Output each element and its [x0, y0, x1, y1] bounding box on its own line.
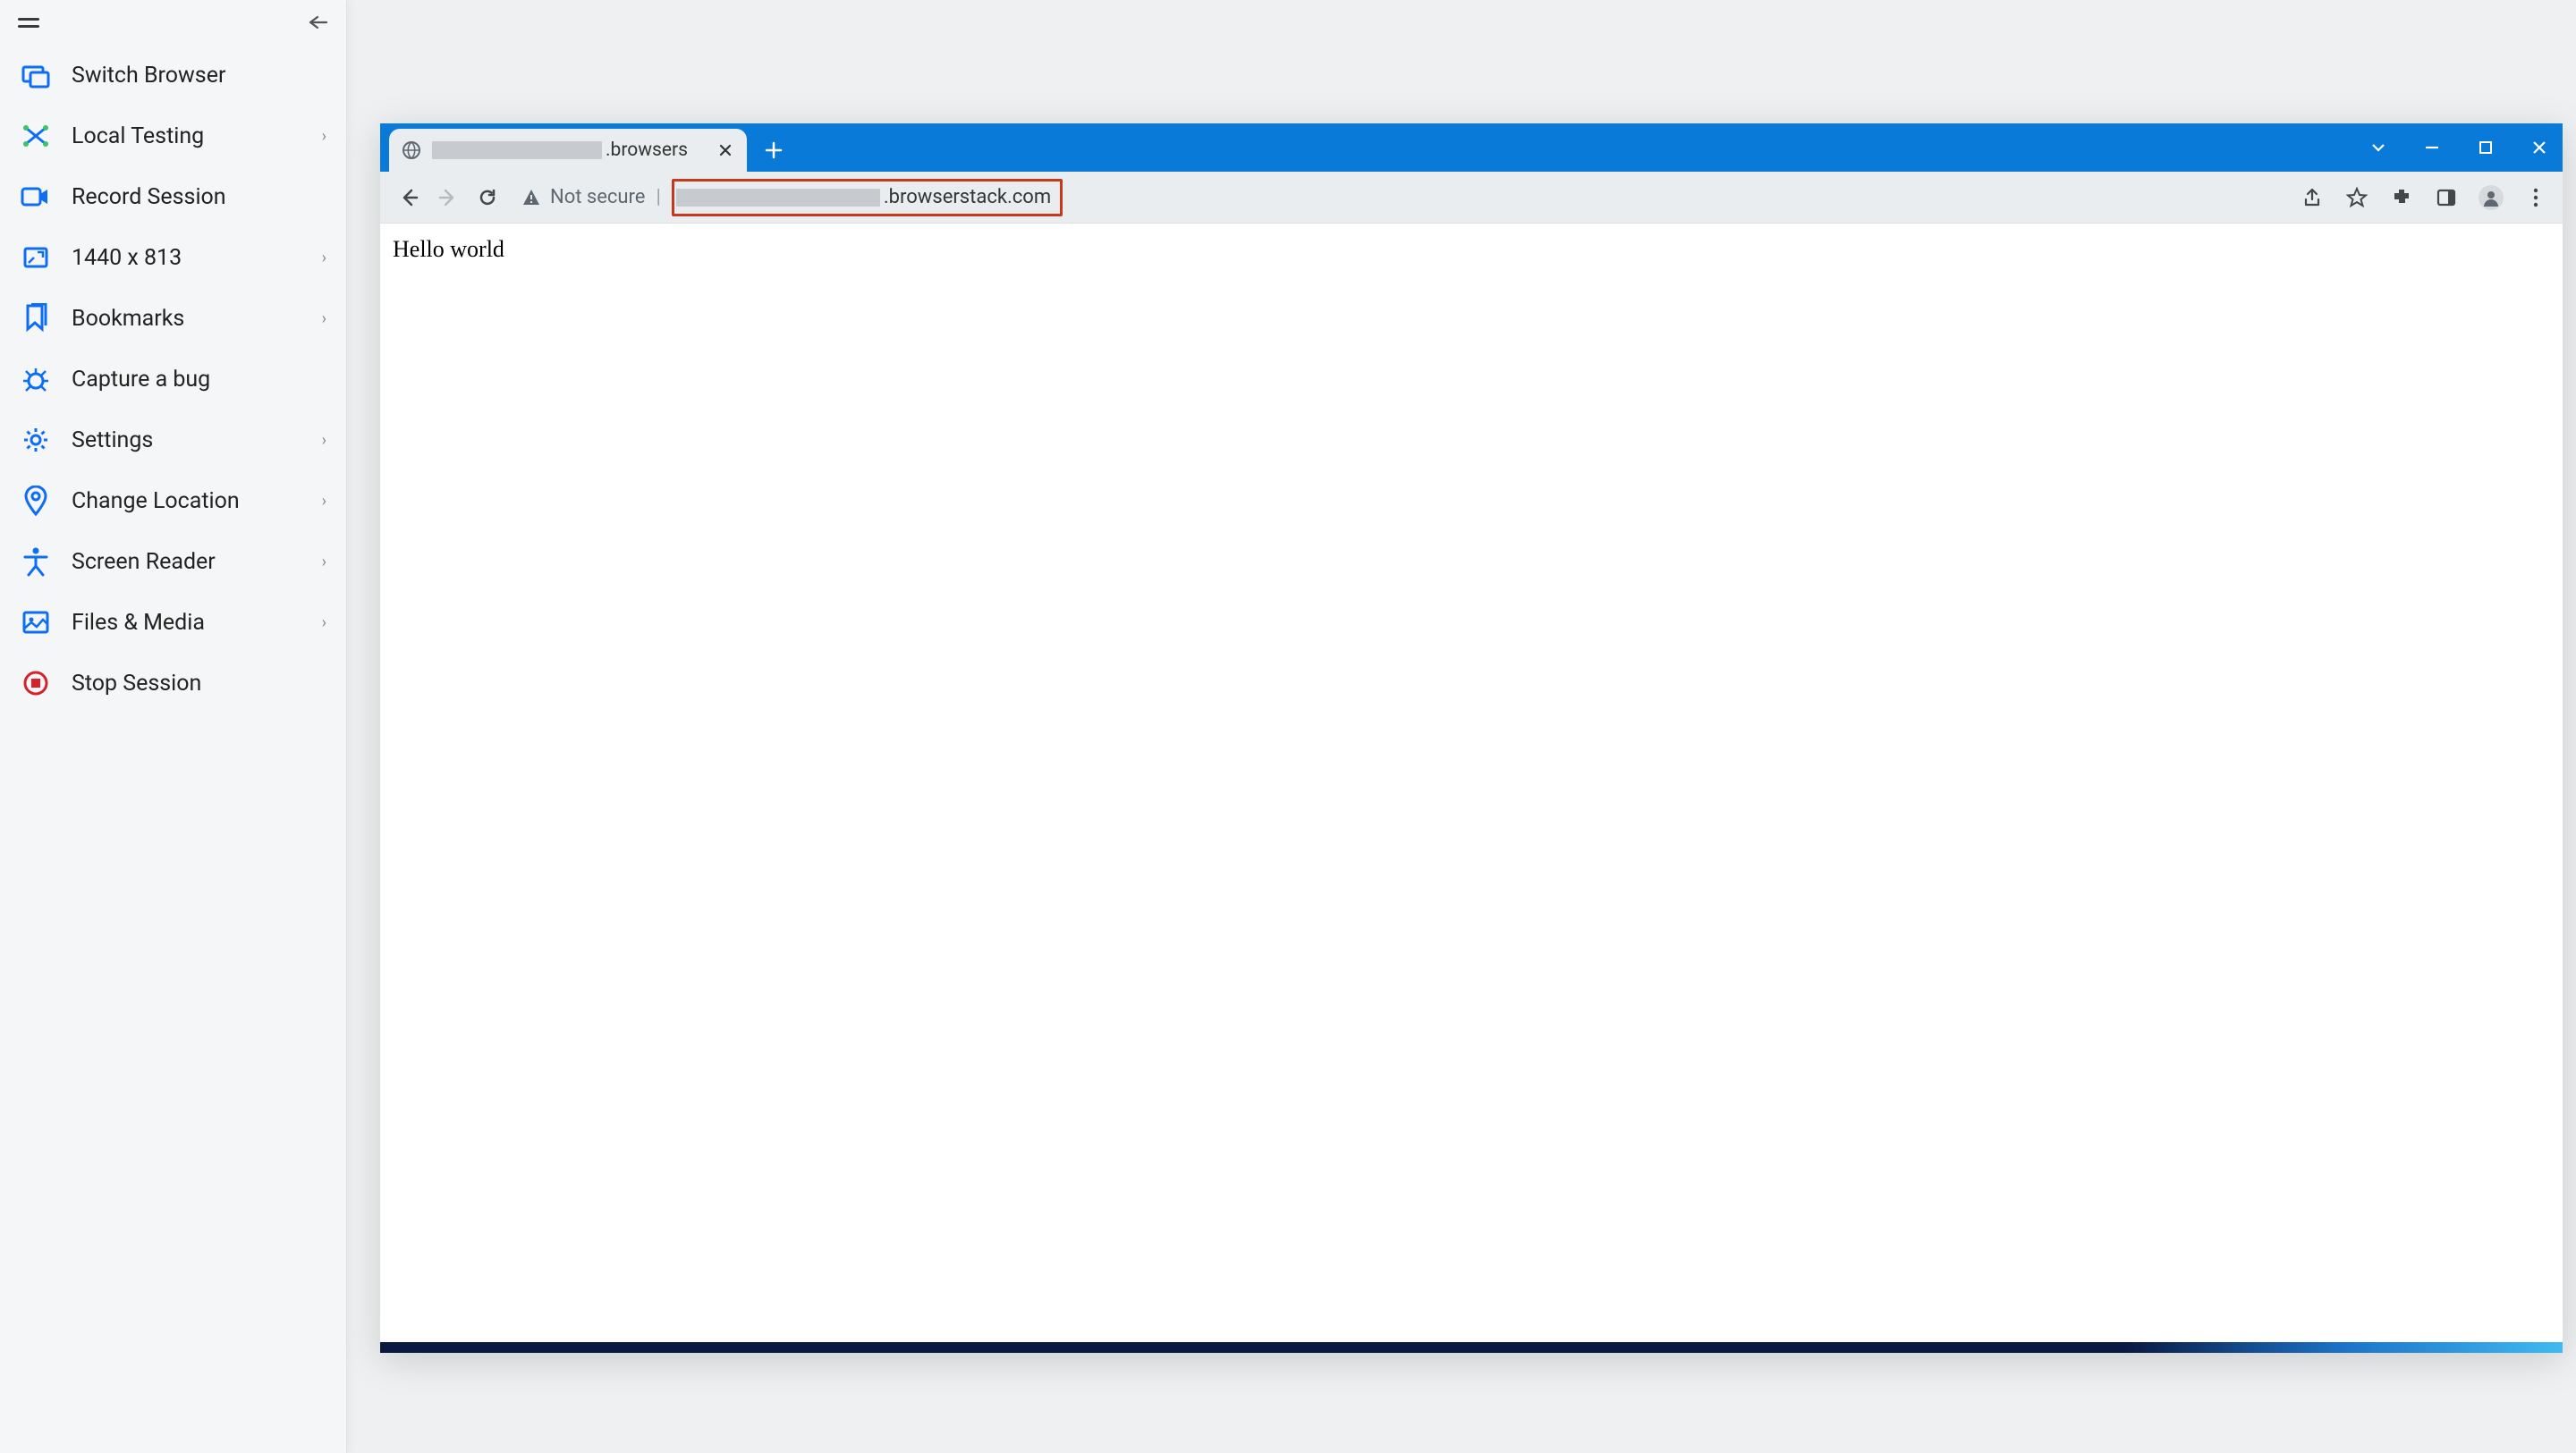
nav-forward-button[interactable]	[434, 183, 462, 212]
chevron-right-icon: ›	[322, 127, 326, 146]
browser-toolbar: Not secure | .browserstack.com	[380, 172, 2563, 224]
sidebar-item-label: Settings	[72, 427, 322, 453]
screen-reader-icon	[20, 545, 52, 578]
extensions-icon[interactable]	[2389, 185, 2414, 210]
sidebar-item-settings[interactable]: Settings ›	[0, 410, 346, 470]
kebab-menu-icon[interactable]	[2523, 185, 2548, 210]
sidebar-item-label: Record Session	[72, 184, 326, 210]
sidebar-item-label: Change Location	[72, 488, 322, 514]
sidebar-item-label: Capture a bug	[72, 367, 326, 393]
tab-title-redacted	[432, 141, 602, 159]
address-url-highlight: .browserstack.com	[672, 179, 1063, 216]
collapse-sidebar-icon[interactable]	[305, 13, 328, 31]
share-icon[interactable]	[2300, 185, 2325, 210]
bookmark-star-icon[interactable]	[2344, 185, 2369, 210]
sidebar-item-switch-browser[interactable]: Switch Browser	[0, 45, 346, 106]
record-session-icon	[20, 181, 52, 213]
window-close-icon[interactable]	[2527, 135, 2552, 160]
switch-browser-icon	[20, 59, 52, 91]
sidebar-item-change-location[interactable]: Change Location ›	[0, 470, 346, 531]
globe-favicon-icon	[402, 140, 421, 160]
stop-session-icon	[20, 667, 52, 699]
address-divider: |	[656, 186, 660, 208]
address-url-redacted	[676, 189, 880, 207]
settings-icon	[20, 424, 52, 456]
chevron-right-icon: ›	[322, 553, 326, 571]
sidebar-item-label: Bookmarks	[72, 306, 322, 332]
sidebar-item-label: Switch Browser	[72, 63, 326, 89]
sidebar-item-label: Files & Media	[72, 610, 322, 636]
chevron-right-icon: ›	[322, 492, 326, 511]
tab-search-dropdown-icon[interactable]	[2366, 135, 2391, 160]
side-panel-icon[interactable]	[2434, 185, 2459, 210]
chevron-right-icon: ›	[322, 613, 326, 632]
nav-back-button[interactable]	[394, 183, 423, 212]
window-minimize-icon[interactable]	[2419, 135, 2445, 160]
sidebar-item-files-media[interactable]: Files & Media ›	[0, 592, 346, 653]
tab-title-suffix: .browsers	[606, 139, 688, 161]
sidebar-item-label: Screen Reader	[72, 549, 322, 575]
sidebar-item-record-session[interactable]: Record Session	[0, 166, 346, 227]
sidebar-item-local-testing[interactable]: Local Testing ›	[0, 106, 346, 166]
browser-window: .browsers	[380, 123, 2563, 1353]
address-bar[interactable]: Not secure | .browserstack.com	[513, 179, 2280, 216]
address-url-suffix: .browserstack.com	[884, 186, 1051, 208]
sidebar-item-stop-session[interactable]: Stop Session	[0, 653, 346, 714]
sidebar: Switch Browser Local Testing › Record Se…	[0, 0, 347, 1453]
hamburger-menu-icon[interactable]	[18, 13, 43, 31]
new-tab-button[interactable]	[756, 132, 792, 168]
not-secure-warning-icon	[521, 188, 541, 207]
close-tab-icon[interactable]	[716, 141, 734, 159]
sidebar-item-label: Local Testing	[72, 123, 322, 149]
profile-avatar-icon[interactable]	[2479, 185, 2504, 210]
page-content: Hello world	[380, 224, 2563, 1342]
sidebar-header	[0, 0, 346, 45]
window-controls	[2366, 135, 2552, 160]
sidebar-item-label: 1440 x 813	[72, 245, 322, 271]
bookmarks-icon	[20, 302, 52, 334]
not-secure-label: Not secure	[550, 186, 645, 208]
sidebar-item-resolution[interactable]: 1440 x 813 ›	[0, 227, 346, 288]
resolution-icon	[20, 241, 52, 274]
tab-title: .browsers	[432, 139, 706, 161]
chevron-right-icon: ›	[322, 431, 326, 450]
remote-taskbar	[380, 1342, 2563, 1353]
toolbar-right-icons	[2300, 185, 2548, 210]
sidebar-item-capture-bug[interactable]: Capture a bug	[0, 349, 346, 410]
browser-tab[interactable]: .browsers	[389, 129, 747, 172]
files-media-icon	[20, 606, 52, 638]
change-location-icon	[20, 485, 52, 517]
sidebar-item-label: Stop Session	[72, 671, 326, 697]
sidebar-item-screen-reader[interactable]: Screen Reader ›	[0, 531, 346, 592]
chevron-right-icon: ›	[322, 249, 326, 267]
local-testing-icon	[20, 120, 52, 152]
page-body-text: Hello world	[393, 236, 504, 262]
nav-reload-button[interactable]	[473, 183, 502, 212]
capture-bug-icon	[20, 363, 52, 395]
chevron-right-icon: ›	[322, 309, 326, 328]
window-maximize-icon[interactable]	[2473, 135, 2498, 160]
sidebar-item-bookmarks[interactable]: Bookmarks ›	[0, 288, 346, 349]
tab-strip: .browsers	[380, 123, 2563, 172]
